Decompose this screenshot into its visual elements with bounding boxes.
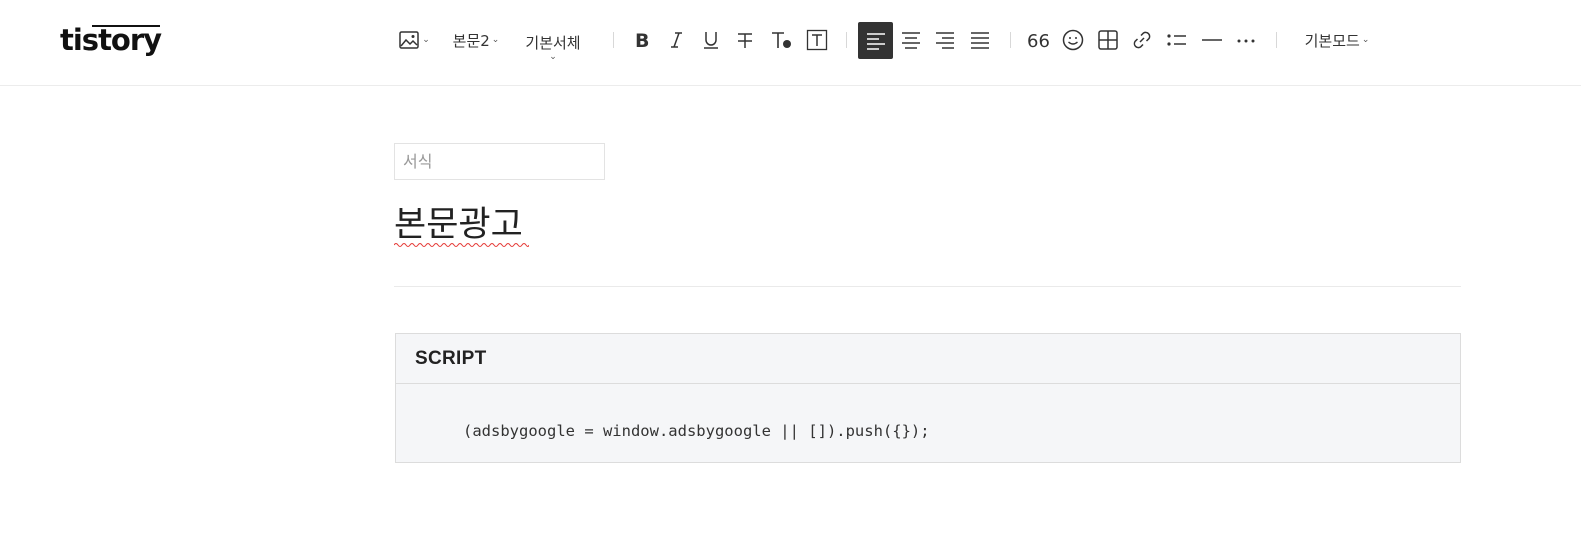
link-button[interactable] [1126, 22, 1158, 58]
horizontal-rule-button[interactable] [1196, 22, 1228, 58]
font-dropdown[interactable]: 기본서체 ⌄ [518, 26, 588, 66]
toolbar-separator [1276, 32, 1277, 48]
strikethrough-button[interactable] [730, 22, 760, 58]
chevron-down-icon: ⌄ [549, 51, 557, 62]
horizontal-rule-icon [1202, 39, 1222, 41]
italic-icon [671, 32, 682, 48]
link-icon [1133, 31, 1151, 49]
paragraph-style-dropdown[interactable]: 본문2 ⌄ [448, 22, 504, 58]
align-center-icon [902, 32, 920, 49]
underline-button[interactable] [696, 22, 726, 58]
align-left-icon [866, 32, 885, 50]
text-background-icon [806, 29, 828, 51]
code-block[interactable]: SCRIPT (adsbygoogle = window.adsbygoogle… [395, 333, 1461, 463]
text-background-button[interactable] [801, 22, 833, 58]
align-left-button[interactable] [858, 22, 893, 59]
underline-icon [704, 32, 718, 49]
toolbar-separator [613, 32, 614, 48]
format-input-box[interactable] [394, 143, 605, 180]
spellcheck-underline [394, 243, 529, 247]
logo-text: tistory [60, 23, 162, 57]
toolbar-separator [1010, 32, 1011, 48]
svg-text:B: B [635, 30, 649, 50]
emoji-button[interactable] [1057, 22, 1089, 58]
format-input[interactable] [395, 144, 604, 179]
table-button[interactable] [1092, 22, 1124, 58]
align-justify-button[interactable] [964, 22, 996, 58]
svg-text:66: 66 [1027, 31, 1049, 49]
text-color-icon [772, 32, 791, 48]
title-divider [394, 286, 1461, 287]
font-label: 기본서체 [525, 33, 581, 52]
quote-icon: 66 [1027, 31, 1049, 49]
emoji-icon [1062, 29, 1084, 51]
align-center-button[interactable] [895, 22, 927, 58]
image-icon [399, 31, 419, 49]
tistory-logo[interactable]: tistory [60, 20, 162, 60]
editor-toolbar: tistory ⌄ 본문2 ⌄ 기본서체 ⌄ B 66 기본모드 ⌄ [0, 0, 1581, 86]
bold-icon: B [635, 30, 649, 50]
quote-button[interactable]: 66 [1022, 22, 1054, 58]
editor-mode-dropdown[interactable]: 기본모드 ⌄ [1297, 22, 1377, 58]
bold-button[interactable]: B [627, 22, 657, 58]
align-justify-icon [971, 32, 989, 49]
toolbar-separator [846, 32, 847, 48]
logo-bar [92, 25, 160, 27]
list-button[interactable] [1161, 22, 1193, 58]
italic-button[interactable] [661, 22, 691, 58]
text-color-button[interactable] [765, 22, 797, 58]
more-icon [1237, 39, 1255, 43]
more-button[interactable] [1230, 22, 1262, 58]
chevron-down-icon: ⌄ [491, 35, 500, 45]
editor-mode-label: 기본모드 [1304, 31, 1360, 50]
list-icon [1167, 34, 1186, 46]
table-icon [1098, 30, 1118, 50]
align-right-button[interactable] [929, 22, 961, 58]
chevron-down-icon: ⌄ [422, 35, 430, 45]
paragraph-style-label: 본문2 [452, 31, 490, 50]
insert-image-button[interactable]: ⌄ [396, 22, 432, 58]
strikethrough-icon [738, 33, 752, 48]
code-language-label: SCRIPT [396, 334, 1460, 384]
code-content[interactable]: (adsbygoogle = window.adsbygoogle || [])… [463, 422, 930, 440]
align-right-icon [936, 32, 954, 49]
chevron-down-icon: ⌄ [1361, 35, 1370, 45]
